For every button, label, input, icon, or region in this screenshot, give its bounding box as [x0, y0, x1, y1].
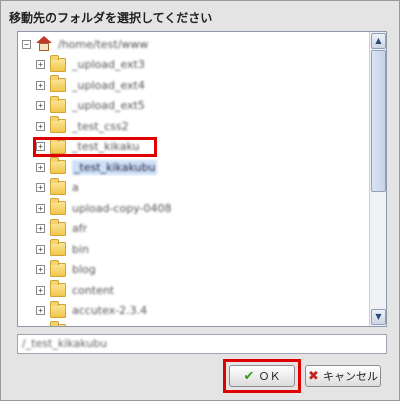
close-icon: ✖: [308, 368, 319, 384]
expand-icon[interactable]: +: [36, 224, 45, 233]
tree-folder-label: _test_css2: [72, 119, 129, 133]
folder-icon: [50, 300, 66, 318]
expand-icon[interactable]: +: [36, 142, 45, 151]
folder-icon: [50, 280, 66, 297]
folder-icon: [50, 259, 66, 277]
tree-folder-label: blog: [72, 263, 96, 276]
scroll-down-button[interactable]: ▼: [371, 309, 386, 325]
folder-icon: [50, 157, 66, 174]
tree-folder-item[interactable]: + afr: [36, 218, 370, 239]
tree-folder-label: _test_kikakubu: [72, 159, 158, 175]
expand-icon[interactable]: +: [36, 265, 45, 274]
folder-select-dialog: 移動先のフォルダを選択してください − /home/test/www + _uploa…: [0, 0, 400, 401]
tree-folder-item[interactable]: + _test_css2: [36, 116, 370, 136]
tree-folder-label: a: [72, 181, 79, 194]
expand-icon[interactable]: +: [36, 121, 45, 131]
folder-icon: [50, 177, 66, 195]
ok-button[interactable]: ✔ ＯＫ: [229, 365, 295, 387]
tree-folder-item[interactable]: + _upload_ext3: [36, 54, 370, 75]
expand-icon[interactable]: +: [36, 162, 45, 172]
selected-path-value: /_test_kikakubu: [22, 337, 108, 350]
expand-icon[interactable]: +: [36, 203, 45, 213]
folder-icon: [50, 136, 66, 154]
expand-icon[interactable]: +: [36, 244, 45, 254]
folder-icon: [50, 95, 66, 113]
tree-folder-item[interactable]: + content: [36, 280, 370, 300]
tree-folder-label: upload-copy-0408: [72, 201, 172, 215]
tree-folder-label: _upload_ext3: [72, 58, 145, 71]
expand-icon[interactable]: +: [36, 285, 45, 295]
folder-icon: [50, 239, 66, 256]
tree-folder-item[interactable]: + _test_kikaku: [36, 136, 370, 157]
tree-folder-label: _test_kikaku: [72, 140, 140, 153]
tree-folder-label: folder_toomany: [72, 325, 158, 327]
tree-folder-label: bin: [72, 242, 90, 256]
collapse-icon[interactable]: −: [22, 39, 31, 49]
cancel-button-label: キャンセル: [322, 370, 378, 383]
dialog-title: 移動先のフォルダを選択してください: [9, 11, 213, 25]
tree-root-label: /home/test/www: [58, 37, 149, 51]
folder-icon: [50, 54, 66, 72]
tree-folder-label: _upload_ext5: [72, 99, 145, 112]
tree-folder-item[interactable]: + a: [36, 177, 370, 198]
expand-icon[interactable]: +: [36, 327, 45, 328]
tree-scrollbar[interactable]: ▲ ▼: [369, 32, 386, 326]
tree-folder-item[interactable]: + _test_kikakubu: [36, 157, 370, 177]
tree-folder-item[interactable]: + blog: [36, 259, 370, 280]
home-icon: [36, 36, 52, 52]
tree-folder-item[interactable]: + folder_toomany: [36, 321, 370, 328]
tree-root[interactable]: − /home/test/www: [22, 34, 370, 54]
folder-icon: [50, 321, 66, 326]
expand-icon[interactable]: +: [36, 183, 45, 192]
expand-icon[interactable]: +: [36, 60, 45, 69]
folder-tree-panel[interactable]: − /home/test/www + _upload_ext3 + _upload_ext…: [17, 31, 387, 327]
cancel-button[interactable]: ✖ キャンセル: [305, 365, 381, 387]
tree-folder-label: accutex-2.3.4: [72, 304, 148, 317]
tree-folder-item[interactable]: + accutex-2.3.4: [36, 300, 370, 321]
scrollbar-thumb[interactable]: [371, 50, 386, 192]
expand-icon[interactable]: +: [36, 80, 45, 90]
tree-folder-item[interactable]: + upload-copy-0408: [36, 198, 370, 218]
folder-icon: [50, 218, 66, 236]
expand-icon[interactable]: +: [36, 101, 45, 110]
expand-icon[interactable]: +: [36, 306, 45, 315]
tree-folder-label: content: [72, 283, 115, 297]
tree-folder-label: afr: [72, 222, 88, 235]
tree-folder-label: _upload_ext4: [72, 78, 145, 92]
folder-icon: [50, 116, 66, 133]
selected-path-field[interactable]: /_test_kikakubu: [17, 334, 387, 354]
folder-tree[interactable]: − /home/test/www + _upload_ext3 + _upload_ext…: [18, 32, 370, 328]
folder-icon: [50, 198, 66, 215]
ok-button-label: ＯＫ: [258, 370, 281, 383]
folder-icon: [50, 75, 66, 92]
tree-folder-item[interactable]: + bin: [36, 239, 370, 259]
check-icon: ✔: [243, 368, 255, 384]
tree-folder-item[interactable]: + _upload_ext5: [36, 95, 370, 116]
tree-folder-item[interactable]: + _upload_ext4: [36, 75, 370, 95]
scroll-up-button[interactable]: ▲: [371, 33, 386, 49]
